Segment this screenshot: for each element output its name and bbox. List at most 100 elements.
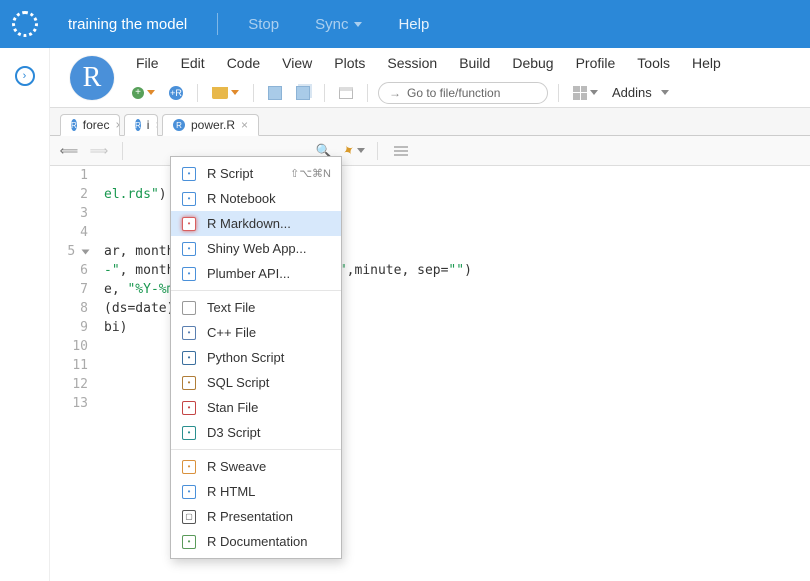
menu-code[interactable]: Code	[219, 53, 268, 73]
line-number: 12	[50, 375, 88, 394]
plus-icon: +	[132, 87, 144, 99]
menu-item-label: R Sweave	[207, 459, 331, 474]
chevron-down-icon	[147, 90, 155, 95]
menu-item-shiny-web-app[interactable]: •Shiny Web App...	[171, 236, 341, 261]
menu-item-label: D3 Script	[207, 425, 331, 440]
new-file-button[interactable]: +	[128, 85, 159, 101]
r-file-icon: R	[135, 119, 141, 131]
lines-icon	[394, 146, 408, 156]
menu-item-sql-script[interactable]: •SQL Script	[171, 370, 341, 395]
line-number: 5	[50, 242, 88, 261]
menu-debug[interactable]: Debug	[504, 53, 561, 73]
separator	[367, 84, 368, 102]
print-icon	[339, 87, 353, 99]
addins-button[interactable]: Addins	[608, 83, 673, 102]
wand-icon: ✦	[340, 140, 359, 161]
menu-item-label: Stan File	[207, 400, 331, 415]
menu-item-text-file[interactable]: Text File	[171, 295, 341, 320]
goto-file-input[interactable]: →Go to file/function	[378, 82, 548, 104]
chevron-down-icon	[357, 148, 365, 153]
editor-tab[interactable]: Ri×	[124, 114, 158, 136]
menu-tools[interactable]: Tools	[629, 53, 678, 73]
close-tab-icon[interactable]: ×	[115, 118, 120, 132]
chevron-down-icon	[590, 90, 598, 95]
r-script-icon: •	[181, 166, 197, 182]
print-button[interactable]	[335, 85, 357, 101]
save-all-button[interactable]	[292, 84, 314, 102]
menu-build[interactable]: Build	[451, 53, 498, 73]
chevron-down-icon	[661, 90, 669, 95]
sweave-icon: •	[181, 459, 197, 475]
shiny-icon: •	[181, 241, 197, 257]
save-button[interactable]	[264, 84, 286, 102]
menu-item-label: C++ File	[207, 325, 331, 340]
menu-item-label: Text File	[207, 300, 331, 315]
menu-item-plumber-api[interactable]: •Plumber API...	[171, 261, 341, 286]
chevron-down-icon	[231, 90, 239, 95]
menu-item-r-markdown[interactable]: • R Markdown...	[171, 211, 341, 236]
presentation-icon: ▢	[181, 509, 197, 525]
r-file-icon: R	[173, 119, 185, 131]
cpp-file-icon: •	[181, 325, 197, 341]
fold-icon[interactable]	[82, 249, 90, 254]
nav-back-button[interactable]: ⟸	[58, 141, 80, 161]
menu-view[interactable]: View	[274, 53, 320, 73]
new-file-menu: •R Script⇧⌥⌘N•R Notebook•R Markdown...•S…	[170, 156, 342, 559]
panes-button[interactable]	[569, 84, 602, 102]
code-tools-button[interactable]: ✦	[343, 141, 365, 161]
close-tab-icon[interactable]: ×	[241, 118, 248, 132]
menu-item-label: Python Script	[207, 350, 331, 365]
separator	[197, 84, 198, 102]
line-number: 13	[50, 394, 88, 413]
close-tab-icon[interactable]: ×	[155, 118, 158, 132]
sync-button[interactable]: Sync	[315, 16, 362, 33]
menu-item-r-notebook[interactable]: •R Notebook	[171, 186, 341, 211]
menu-profile[interactable]: Profile	[568, 53, 624, 73]
separator	[377, 142, 378, 160]
nav-forward-button[interactable]: ⟹	[88, 141, 110, 161]
line-number: 6	[50, 261, 88, 280]
menu-item-r-sweave[interactable]: • R Sweave	[171, 454, 341, 479]
menu-item-r-script[interactable]: •R Script⇧⌥⌘N	[171, 161, 341, 186]
notebook-title[interactable]: training the model	[68, 16, 187, 33]
r-markdown-icon: •	[181, 216, 197, 232]
menu-item-stan-file[interactable]: • Stan File	[171, 395, 341, 420]
menu-help[interactable]: Help	[684, 53, 729, 73]
grid-icon	[573, 86, 587, 100]
app-topbar: training the model Stop Sync Help	[0, 0, 810, 48]
menu-plots[interactable]: Plots	[326, 53, 373, 73]
editor-tab[interactable]: Rpower.R ×	[162, 114, 259, 136]
separator	[217, 13, 218, 35]
d3-icon: •	[181, 425, 197, 441]
help-button[interactable]: Help	[398, 16, 429, 33]
editor-tab[interactable]: Rforec×	[60, 114, 120, 136]
rhtml-icon: •	[181, 484, 197, 500]
menu-item-c-file[interactable]: • C++ File	[171, 320, 341, 345]
outline-button[interactable]	[390, 141, 412, 161]
expand-sidebar-button[interactable]: ›	[15, 66, 35, 86]
menu-item-label: R Markdown...	[207, 216, 331, 231]
menu-item-r-html[interactable]: •R HTML	[171, 479, 341, 504]
new-project-button[interactable]: +R	[165, 84, 187, 102]
line-number: 4	[50, 223, 88, 242]
disks-icon	[296, 86, 310, 100]
menu-item-r-documentation[interactable]: •R Documentation	[171, 529, 341, 554]
tab-label: power.R	[191, 118, 235, 132]
menu-item-r-presentation[interactable]: ▢R Presentation	[171, 504, 341, 529]
line-number: 8	[50, 299, 88, 318]
menu-edit[interactable]: Edit	[173, 53, 213, 73]
menu-item-d3-script[interactable]: • D3 Script	[171, 420, 341, 445]
menu-file[interactable]: File	[128, 53, 167, 73]
menu-item-label: SQL Script	[207, 375, 331, 390]
menu-session[interactable]: Session	[379, 53, 445, 73]
menu-item-label: R Notebook	[207, 191, 331, 206]
stan-icon: •	[181, 400, 197, 416]
chevron-down-icon	[354, 22, 362, 27]
r-file-icon: R	[71, 119, 77, 131]
line-number: 9	[50, 318, 88, 337]
stop-button[interactable]: Stop	[248, 16, 279, 33]
open-file-button[interactable]	[208, 85, 243, 101]
code-editor[interactable]: 12345 678910111213 el.rds") ar, month, d…	[50, 166, 810, 581]
menu-item-python-script[interactable]: •Python Script	[171, 345, 341, 370]
line-number: 1	[50, 166, 88, 185]
